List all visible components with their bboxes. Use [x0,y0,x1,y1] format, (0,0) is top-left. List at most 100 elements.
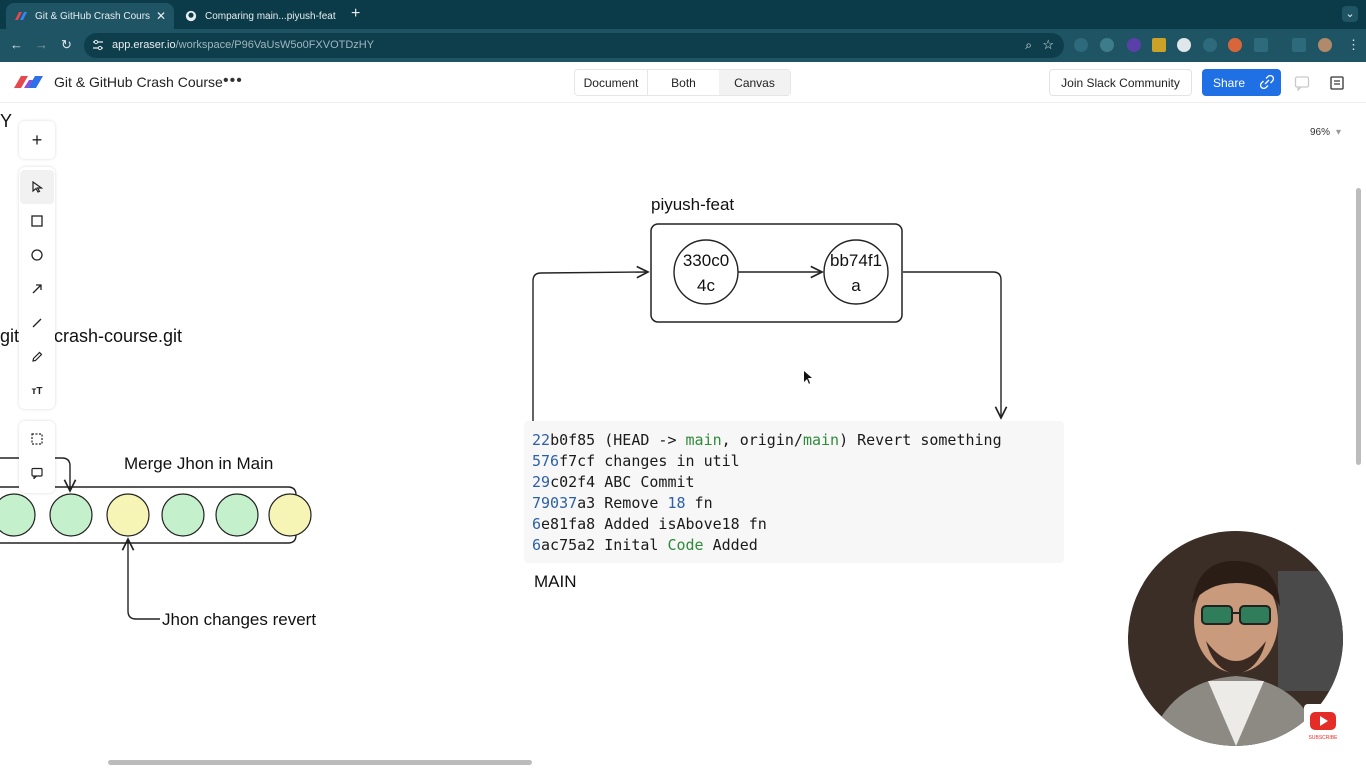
merge-label[interactable]: Merge Jhon in Main [124,454,273,474]
commit-hash-highlight: 6 [532,536,542,554]
app-header: Git & GitHub Crash Course ••• Document B… [0,62,1366,103]
horizontal-scrollbar[interactable] [108,760,532,765]
arrow-tool-icon[interactable] [20,272,54,306]
branch-label[interactable]: piyush-feat [651,195,734,215]
branch-ref: main [802,431,840,449]
link-icon[interactable] [1260,75,1274,89]
comment-icon[interactable] [1294,75,1310,91]
partial-heading-text[interactable]: Y [0,111,12,132]
branch-ref: main [685,431,722,449]
extension-function-icon[interactable] [1203,38,1217,52]
profile-avatar-icon[interactable] [1318,38,1332,52]
commit-a-line2[interactable]: 4c [674,276,738,296]
outline-panel-icon[interactable] [1329,75,1345,91]
line-tool-icon[interactable] [20,306,54,340]
tab-title: Comparing main...piyush-feat [205,10,336,22]
view-tab-both[interactable]: Both [648,70,719,95]
git-log-row: 576f7cf changes in util [532,451,1064,472]
commit-hash-highlight: 6 [532,515,542,533]
revert-label[interactable]: Jhon changes revert [162,610,316,630]
commit-message: Added isAbove18 fn [595,515,767,533]
view-tab-canvas[interactable]: Canvas [719,70,790,95]
merge-node-3[interactable] [106,493,150,537]
branch-out-arrow[interactable] [532,272,648,438]
commit-hash-highlight: 79037 [532,494,578,512]
keyword: Code [667,536,704,554]
repo-text-left[interactable]: git [0,326,19,347]
log-text: , origin/ [721,431,803,449]
merge-node-4[interactable] [161,493,205,537]
commit-hash: c02f4 [550,473,596,491]
forward-arrow-icon[interactable]: → [35,37,48,52]
select-pointer-icon[interactable] [20,170,54,204]
github-icon [185,10,197,22]
zoom-icon[interactable]: ⌕ [1025,38,1032,53]
document-title[interactable]: Git & GitHub Crash Course [54,74,223,90]
pencil-tool-icon[interactable] [20,340,54,374]
browser-menu-icon[interactable]: ⋮ [1347,37,1360,53]
add-icon[interactable]: + [20,123,54,157]
ellipse-tool-icon[interactable] [20,238,54,272]
tab-search-chevron-icon[interactable]: ⌄ [1342,6,1358,22]
branch-in-arrow[interactable] [903,271,1001,418]
share-button[interactable]: Share [1202,69,1281,96]
eraser-logo-icon[interactable] [14,75,44,89]
commit-b-line2[interactable]: a [824,276,888,296]
url-host: app.eraser.io [112,39,176,51]
text-tool-icon[interactable]: ᴛT [20,374,54,408]
repo-text-right[interactable]: crash-course.git [54,326,182,347]
side-panel-icon[interactable] [1292,38,1306,52]
log-text: (HEAD -> [595,431,686,449]
commit-message: changes in util [595,452,740,470]
git-log-row: 79037a3 Remove 18 fn [532,493,1064,514]
commit-hash: e81fa8 [541,515,596,533]
extension-cookie-icon[interactable] [1228,38,1242,52]
extension-chrome-icon[interactable] [1177,38,1191,52]
view-tab-document[interactable]: Document [575,70,648,95]
youtube-subscribe-icon[interactable]: SUBSCRIBE [1304,704,1342,744]
site-settings-icon[interactable] [92,39,104,51]
git-log-row: 6ac75a2 Inital Code Added [532,535,1064,556]
commit-a-line1[interactable]: 330c0 [674,251,738,271]
eraser-favicon-icon [15,12,27,20]
add-tool-group: + [19,121,55,159]
extension-react-icon[interactable] [1074,38,1088,52]
commit-b-line1[interactable]: bb74f1 [824,251,888,271]
extension-pen-icon[interactable] [1152,38,1166,52]
more-options-icon[interactable]: ••• [223,72,243,90]
reload-icon[interactable]: ↻ [61,37,72,53]
tab-title: Git & GitHub Crash Course — [35,10,150,22]
git-log-code-block[interactable]: 22b0f85 (HEAD -> main, origin/main) Reve… [524,421,1064,563]
main-label[interactable]: MAIN [534,572,577,592]
close-tab-icon[interactable]: ✕ [156,9,166,23]
merge-node-5[interactable] [215,493,259,537]
commit-message: Added [703,536,758,554]
diagram-canvas[interactable]: Y git crash-course.git piyush-feat 330c0… [0,103,1366,768]
address-bar[interactable]: app.eraser.io/workspace/P96VaUsW5o0FXVOT… [84,33,1064,58]
extensions-puzzle-icon[interactable] [1254,38,1268,52]
number-literal: 18 [667,494,686,512]
join-slack-button[interactable]: Join Slack Community [1049,69,1192,96]
merge-node-2[interactable] [49,493,93,537]
frame-select-icon[interactable] [20,422,54,456]
tab-github-compare[interactable]: Comparing main...piyush-feat [176,3,344,29]
commit-hash-highlight: 576 [532,452,560,470]
zoom-value: 96% [1310,127,1331,138]
extension-circle-icon[interactable] [1100,38,1114,52]
zoom-level-dropdown[interactable]: 96% ▾ [1310,127,1341,138]
back-arrow-icon[interactable]: ← [10,37,23,52]
merge-node-6[interactable] [268,493,312,537]
log-text: ) Revert something [839,431,1002,449]
tab-eraser[interactable]: Git & GitHub Crash Course — ✕ [6,3,174,29]
merge-node-1[interactable] [0,493,36,537]
rectangle-tool-icon[interactable] [20,204,54,238]
bookmark-star-icon[interactable]: ☆ [1042,37,1054,53]
extension-badge-icon[interactable] [1127,38,1141,52]
extra-tools-group [19,421,55,493]
browser-tab-strip: Git & GitHub Crash Course — ✕ Comparing … [0,0,1366,29]
new-tab-icon[interactable]: + [351,5,360,23]
vertical-scrollbar[interactable] [1356,188,1361,465]
revert-arrow[interactable] [128,539,160,620]
mouse-cursor-icon [804,371,812,384]
comment-tool-icon[interactable] [20,456,54,490]
